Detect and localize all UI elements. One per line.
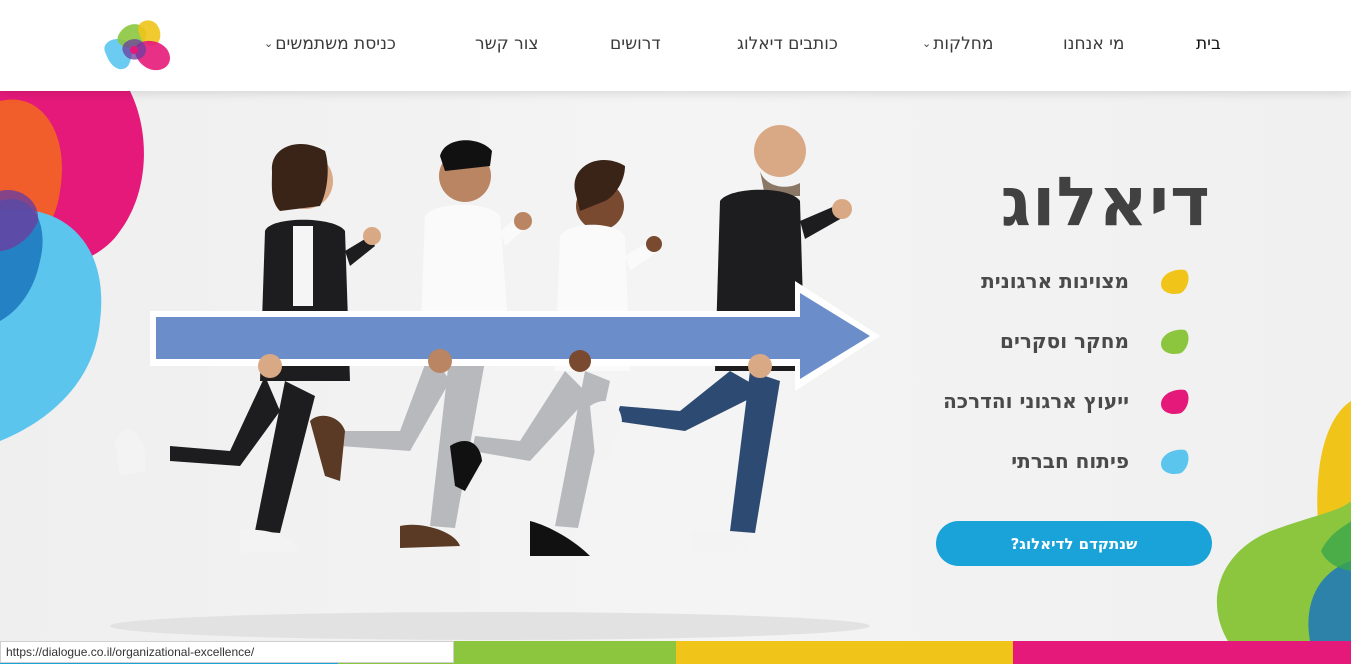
decorative-blob-right (1216, 401, 1351, 641)
nav-login-label: כניסת משתמשים (275, 34, 396, 54)
nav-jobs-label: דרושים (610, 34, 661, 54)
status-bar-url: https://dialogue.co.il/organizational-ex… (0, 641, 454, 663)
feature-item-consulting[interactable]: ייעוץ ארגוני והדרכה (943, 383, 1191, 419)
feature-label: מצוינות ארגונית (981, 269, 1129, 293)
blue-shape-icon (1161, 449, 1189, 474)
nav-contact-label: צור קשר (475, 34, 539, 54)
nav-contact[interactable]: צור קשר (475, 34, 538, 54)
strip-segment-yellow (675, 641, 1014, 664)
yellow-shape-icon (1161, 269, 1189, 294)
nav-jobs[interactable]: דרושים (610, 34, 661, 54)
nav-home[interactable]: בית (1196, 34, 1221, 54)
chevron-down-icon: ⌄ (922, 37, 932, 50)
cta-button[interactable]: שנתקדם לדיאלוג? (936, 521, 1212, 566)
nav-about-label: מי אנחנו (1063, 34, 1125, 54)
feature-label: פיתוח חברתי (1011, 449, 1129, 473)
feature-item-research[interactable]: מחקר וסקרים (1000, 323, 1191, 359)
feature-label: ייעוץ ארגוני והדרכה (943, 389, 1129, 413)
strip-segment-pink (1013, 641, 1351, 664)
hero-illustration (110, 125, 880, 640)
chevron-down-icon: ⌄ (264, 37, 274, 50)
green-shape-icon (1161, 329, 1189, 354)
hero-banner: דיאלוג מצוינות ארגונית מחקר וסקרים ייעוץ… (0, 91, 1351, 641)
nav-login[interactable]: כניסת משתמשים⌄ (264, 34, 396, 54)
logo[interactable] (98, 18, 174, 76)
pink-shape-icon (1161, 389, 1189, 414)
nav-departments-label: מחלקות (933, 34, 994, 54)
nav-about[interactable]: מי אנחנו (1063, 34, 1124, 54)
nav-writers-label: כותבים דיאלוג (737, 34, 838, 54)
nav-home-label: בית (1196, 34, 1221, 54)
feature-label: מחקר וסקרים (1000, 329, 1129, 353)
feature-item-excellence[interactable]: מצוינות ארגונית (981, 263, 1191, 299)
feature-item-social-development[interactable]: פיתוח חברתי (1011, 443, 1191, 479)
site-header: בית מי אנחנו מחלקות⌄ כותבים דיאלוג דרושי… (0, 0, 1351, 91)
hero-headline: דיאלוג (1000, 163, 1211, 242)
nav-writers[interactable]: כותבים דיאלוג (737, 34, 838, 54)
nav-departments[interactable]: מחלקות⌄ (922, 34, 993, 54)
